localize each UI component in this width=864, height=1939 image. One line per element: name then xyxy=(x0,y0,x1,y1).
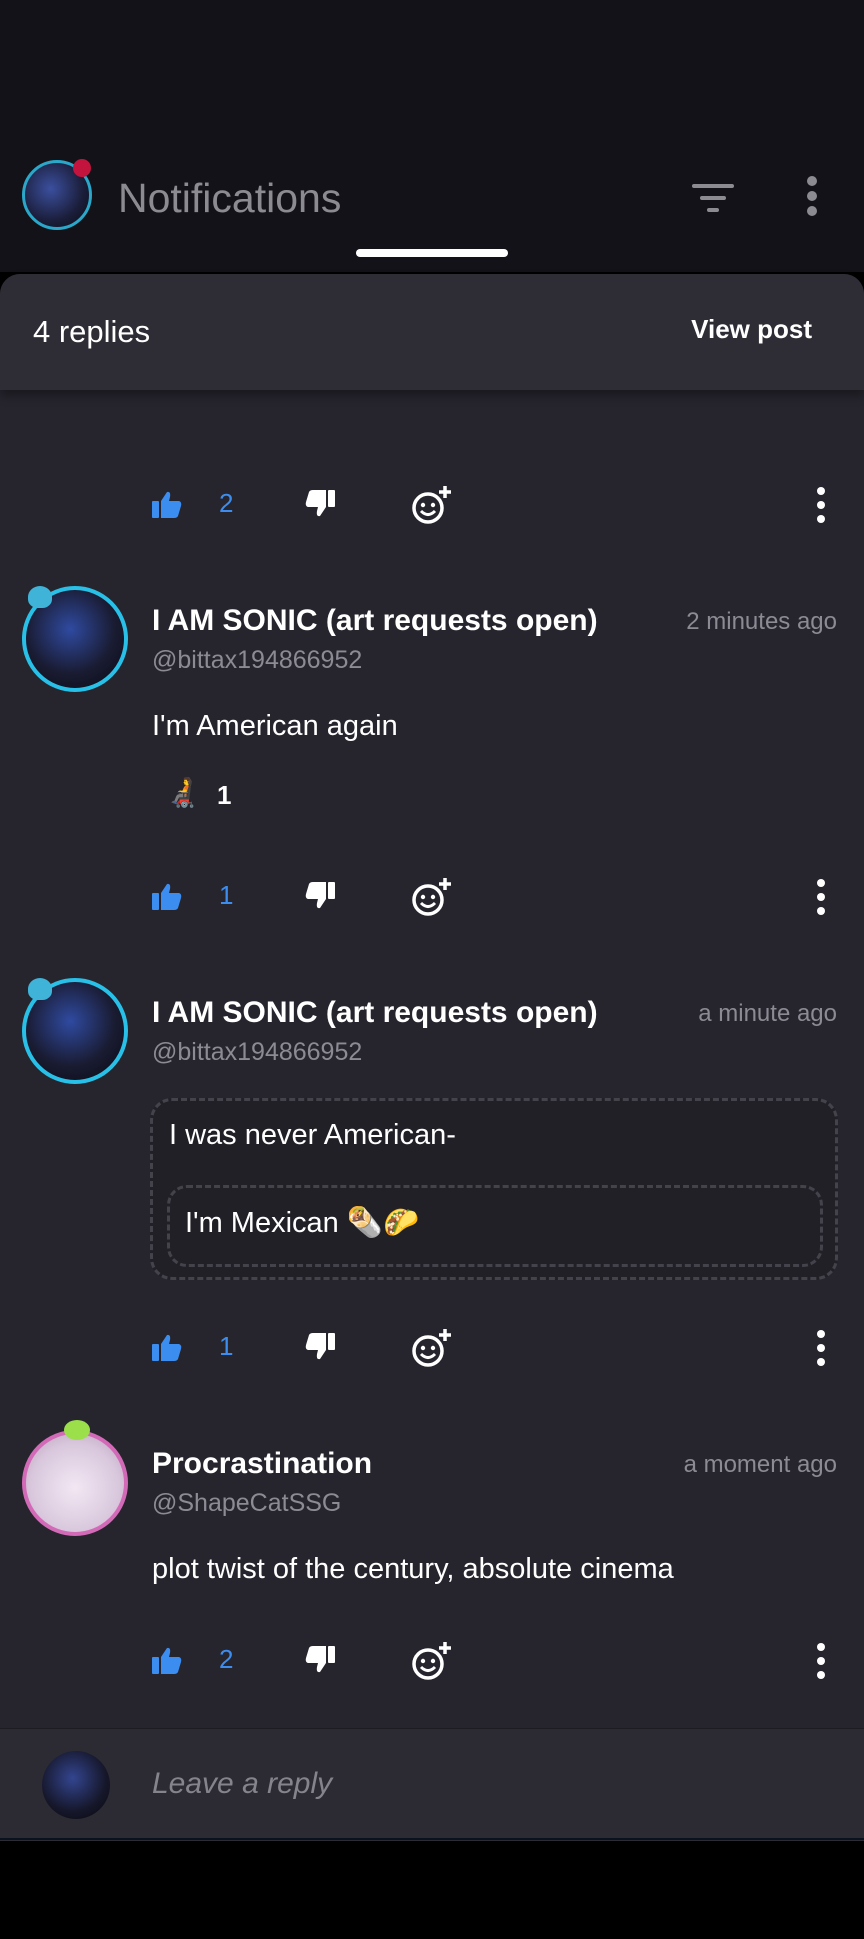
reaction-count: 1 xyxy=(217,780,232,810)
thumbs-up-icon[interactable] xyxy=(152,490,182,518)
add-reaction-icon[interactable] xyxy=(410,484,452,526)
more-options-icon[interactable] xyxy=(815,878,827,916)
reply-text: plot twist of the century, absolute cine… xyxy=(152,1553,674,1585)
page-title: Notifications xyxy=(118,175,342,221)
kebab-menu-icon[interactable] xyxy=(806,176,818,216)
notification-dot xyxy=(73,159,91,177)
avatar[interactable] xyxy=(22,586,128,692)
thumbs-up-icon[interactable] xyxy=(152,882,182,910)
avatar[interactable] xyxy=(22,978,128,1084)
author-name[interactable]: I AM SONIC (art requests open) xyxy=(152,604,598,638)
user-avatar[interactable] xyxy=(22,159,92,230)
reply-composer[interactable]: Leave a reply xyxy=(0,1728,864,1841)
action-bar: 2 xyxy=(0,480,864,530)
replies-count: 4 replies xyxy=(33,314,151,349)
like-count: 1 xyxy=(219,880,234,910)
add-reaction-icon[interactable] xyxy=(410,1327,452,1369)
avatar-badge xyxy=(64,1420,90,1440)
reply-text: I'm American again xyxy=(152,710,398,742)
avatar xyxy=(42,1751,110,1819)
app-bar: Notifications xyxy=(0,0,864,272)
filter-icon[interactable] xyxy=(692,182,734,214)
more-options-icon[interactable] xyxy=(815,1642,827,1680)
add-reaction-icon[interactable] xyxy=(410,876,452,918)
timestamp: a minute ago xyxy=(698,1000,837,1027)
timestamp: 2 minutes ago xyxy=(686,608,837,635)
view-post-button[interactable]: View post xyxy=(691,314,812,345)
reaction-emoji: 🧑‍🦼 xyxy=(165,777,200,808)
avatar-badge xyxy=(28,978,52,1000)
thumbs-up-icon[interactable] xyxy=(152,1646,182,1674)
avatar[interactable] xyxy=(22,1420,128,1536)
quoted-reply: I was never American- I'm Mexican 🌯🌮 xyxy=(150,1098,838,1280)
like-count: 1 xyxy=(219,1331,234,1361)
more-options-icon[interactable] xyxy=(815,1329,827,1367)
author-name[interactable]: Procrastination xyxy=(152,1447,372,1481)
thumbs-up-icon[interactable] xyxy=(152,1333,182,1361)
sheet-header: 4 replies View post xyxy=(0,274,864,390)
thumbs-down-icon[interactable] xyxy=(305,882,335,910)
author-handle: @bittax194866952 xyxy=(152,1038,363,1066)
like-count: 2 xyxy=(219,1644,234,1674)
thumbs-down-icon[interactable] xyxy=(305,490,335,518)
quote-text: I was never American- xyxy=(169,1119,456,1151)
avatar-badge xyxy=(28,586,52,608)
author-handle: @bittax194866952 xyxy=(152,646,363,674)
reply-input[interactable]: Leave a reply xyxy=(152,1767,332,1801)
action-bar: 1 xyxy=(0,872,864,922)
action-bar: 1 xyxy=(0,1323,864,1373)
author-name[interactable]: I AM SONIC (art requests open) xyxy=(152,996,598,1030)
divider xyxy=(0,1838,864,1840)
thumbs-down-icon[interactable] xyxy=(305,1333,335,1361)
nested-quote: I'm Mexican 🌯🌮 xyxy=(167,1185,823,1267)
replies-sheet: 4 replies View post 2 I AM SONIC (art re… xyxy=(0,274,864,1841)
action-bar: 2 xyxy=(0,1636,864,1686)
thumbs-down-icon[interactable] xyxy=(305,1646,335,1674)
author-handle: @ShapeCatSSG xyxy=(152,1489,342,1517)
nested-quote-text: I'm Mexican 🌯🌮 xyxy=(185,1207,420,1239)
timestamp: a moment ago xyxy=(683,1451,837,1478)
sheet-drag-handle[interactable] xyxy=(356,249,508,257)
more-options-icon[interactable] xyxy=(815,486,827,524)
add-reaction-icon[interactable] xyxy=(410,1640,452,1682)
like-count: 2 xyxy=(219,488,234,518)
